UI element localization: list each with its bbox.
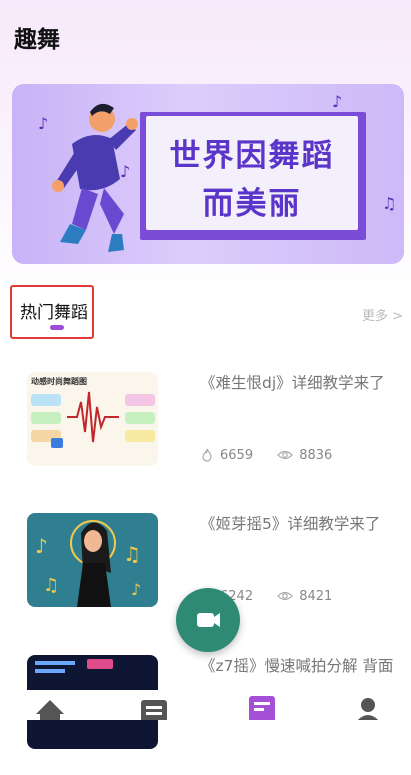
eye-icon	[277, 450, 294, 460]
eye-icon	[277, 591, 294, 601]
music-note-icon: ♪	[332, 92, 343, 111]
music-note-icon: ♫	[382, 194, 397, 213]
dance-title: 《z7摇》慢速喊拍分解 背面	[200, 657, 394, 675]
music-note-icon: ♪	[120, 162, 131, 181]
likes-count: 6659	[220, 448, 254, 463]
dance-thumbnail[interactable]: 动感时尚舞蹈图	[27, 372, 158, 466]
concert-graphic	[35, 659, 113, 673]
nav-article[interactable]	[232, 690, 292, 722]
section-underline	[50, 325, 64, 330]
section-title: 热门舞蹈	[20, 303, 88, 323]
video-camera-icon	[197, 613, 220, 627]
dance-thumbnail[interactable]: ♪ ♫ ♫ ♪	[27, 513, 158, 607]
bottom-nav	[0, 690, 411, 722]
views-count: 8421	[299, 589, 333, 604]
banner-slogan: 世界因舞蹈 而美丽	[146, 132, 358, 228]
promo-banner[interactable]: 世界因舞蹈 而美丽 ♪ ♪ ♪ ♫	[12, 84, 404, 264]
likes-stat: 6659	[200, 448, 253, 463]
nav-list[interactable]	[124, 690, 184, 722]
user-icon	[356, 698, 380, 722]
banner-slogan-line-1: 世界因舞蹈	[169, 138, 335, 174]
record-video-button[interactable]	[176, 588, 240, 652]
more-link[interactable]: 更多 >	[362, 305, 403, 324]
dance-stats: 6659 8836	[200, 448, 352, 463]
mindmap-graphic	[31, 391, 155, 448]
views-stat: 8836	[277, 448, 332, 463]
nav-profile[interactable]	[338, 690, 398, 722]
app-title: 趣舞	[14, 27, 60, 53]
dance-card[interactable]: 动感时尚舞蹈图 《难生恨dj》详细教学来了 6659 8836	[0, 372, 411, 492]
svg-text:♫: ♫	[123, 542, 141, 566]
section-header-hot-dances[interactable]: 热门舞蹈	[10, 285, 94, 339]
dance-title: 《姬芽摇5》详细教学来了	[200, 515, 381, 533]
article-icon	[249, 696, 275, 722]
views-count: 8836	[299, 448, 333, 463]
home-icon	[36, 700, 64, 720]
dance-title: 《难生恨dj》详细教学来了	[200, 374, 385, 392]
views-stat: 8421	[277, 589, 332, 604]
flame-icon	[202, 448, 212, 462]
list-icon	[141, 700, 167, 722]
svg-text:♪: ♪	[35, 534, 48, 558]
nav-home[interactable]	[20, 690, 80, 720]
singer-graphic: ♪ ♫ ♫ ♪	[35, 520, 141, 607]
svg-text:♪: ♪	[131, 580, 141, 599]
svg-text:♫: ♫	[43, 575, 59, 596]
music-note-icon: ♪	[38, 114, 49, 133]
banner-slogan-line-2: 而美丽	[202, 186, 302, 222]
